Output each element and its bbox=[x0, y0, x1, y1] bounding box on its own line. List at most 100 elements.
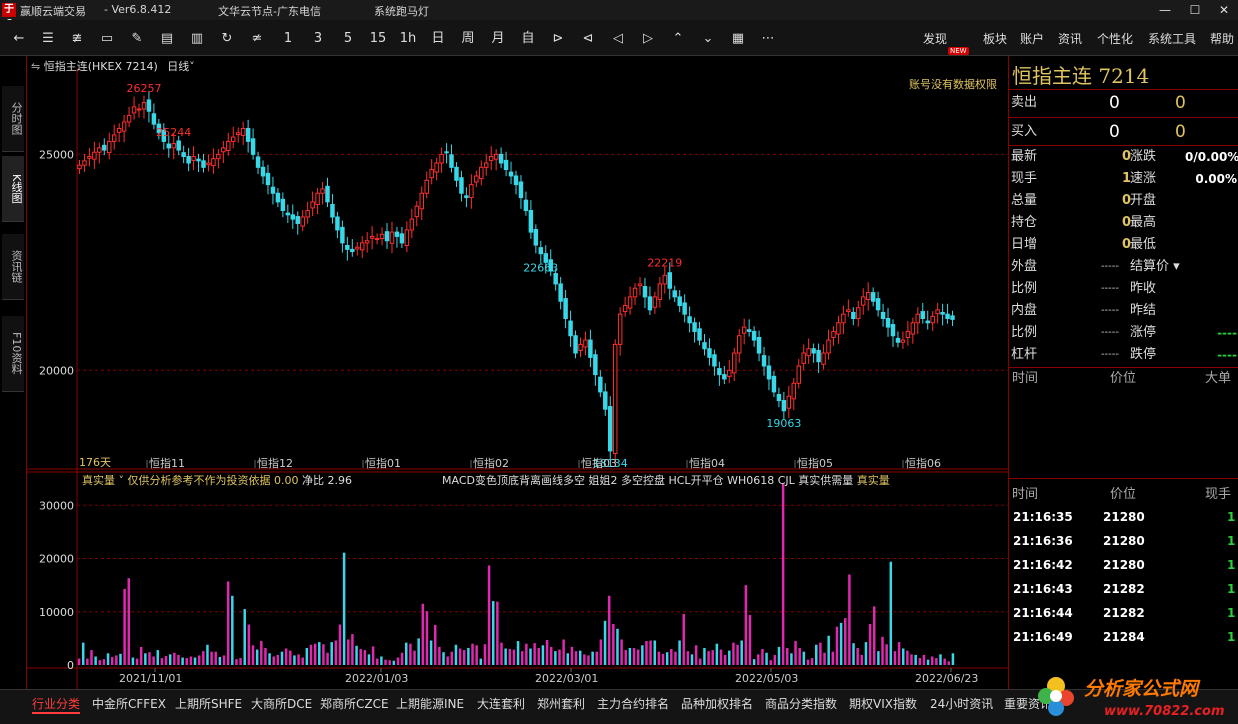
volume-bar bbox=[139, 646, 143, 665]
bottom-tab[interactable]: 上期所SHFE bbox=[175, 695, 242, 712]
move-right-icon[interactable]: ▷ bbox=[636, 28, 660, 50]
indicator-header[interactable]: 真实量 ˅ 仅供分析参考不作为投资依据 0.00 净比 2.96 bbox=[82, 473, 352, 487]
maximize-button[interactable]: ☐ bbox=[1182, 1, 1208, 19]
volume-bar bbox=[815, 644, 818, 665]
menu-sector[interactable]: 板块 bbox=[983, 30, 1007, 47]
trade-time: 21:16:42 bbox=[1013, 558, 1073, 572]
period-15[interactable]: 15 bbox=[366, 28, 390, 50]
candle bbox=[578, 343, 583, 351]
period-5[interactable]: 5 bbox=[336, 28, 360, 50]
volume-bar bbox=[284, 648, 288, 665]
bottom-tab[interactable]: 品种加权排名 bbox=[681, 695, 753, 712]
bottom-tab[interactable]: 行业分类 bbox=[32, 695, 81, 714]
quote-left-value: 0 bbox=[1121, 237, 1131, 252]
up-icon[interactable]: ⌃ bbox=[666, 28, 690, 50]
ask-volume: 0 bbox=[1175, 93, 1186, 113]
bottom-tab[interactable]: 郑商所CZCE bbox=[320, 695, 389, 712]
candle bbox=[736, 335, 742, 354]
bottom-tab[interactable]: 24小时资讯 bbox=[930, 695, 993, 712]
menu-account[interactable]: 账户 bbox=[1020, 30, 1044, 47]
dropdown-icon[interactable]: ▾ bbox=[1173, 259, 1180, 274]
close-button[interactable]: ✕ bbox=[1211, 1, 1237, 19]
menu-personalize[interactable]: 个性化 bbox=[1097, 30, 1133, 47]
bid-label: 买入 bbox=[1011, 124, 1038, 139]
bottom-tab[interactable]: 中金所CFFEX bbox=[92, 695, 166, 712]
timeshare-icon[interactable]: ≇ bbox=[65, 28, 89, 50]
period-1h[interactable]: 1h bbox=[396, 28, 420, 50]
volume-bar bbox=[106, 653, 110, 665]
more-icon[interactable]: ⋯ bbox=[756, 28, 780, 50]
tab-timeshare[interactable]: 分时图 bbox=[2, 86, 24, 152]
volume-bar bbox=[603, 620, 607, 665]
candle bbox=[146, 99, 152, 112]
menu-news[interactable]: 资讯 bbox=[1058, 30, 1082, 47]
candle bbox=[374, 238, 380, 241]
volume-bar bbox=[421, 603, 425, 665]
kline-icon[interactable]: ▭ bbox=[95, 28, 119, 50]
draw-icon[interactable]: ✎ bbox=[125, 28, 149, 50]
volume-bar bbox=[131, 657, 135, 665]
quote-left-value: 1 bbox=[1121, 171, 1131, 186]
bottom-tab[interactable]: 郑州套利 bbox=[537, 695, 585, 712]
menu-tools[interactable]: 系统工具 bbox=[1148, 30, 1196, 47]
layout-icon[interactable]: ▦ bbox=[726, 28, 750, 50]
bottom-tab[interactable]: 大商所DCE bbox=[251, 695, 312, 712]
back-icon[interactable]: ← bbox=[7, 28, 31, 50]
report-icon[interactable]: ▤ bbox=[155, 28, 179, 50]
marquee-label[interactable]: 系统跑马灯 bbox=[374, 3, 429, 19]
zoom-out-icon[interactable]: ⊳ bbox=[546, 28, 570, 50]
period-day[interactable]: 日 bbox=[426, 28, 450, 50]
tab-kline[interactable]: K线图 bbox=[2, 156, 24, 222]
zoom-in-icon[interactable]: ⊲ bbox=[576, 28, 600, 50]
trade-time: 21:16:35 bbox=[1013, 510, 1073, 524]
self-define-icon[interactable]: 自 bbox=[516, 28, 540, 50]
server-node[interactable]: 文华云节点-广东电信 bbox=[218, 3, 321, 19]
tab-f10[interactable]: F10资料 bbox=[2, 316, 24, 392]
refresh-icon[interactable]: ↻ bbox=[215, 28, 239, 50]
volume-bar bbox=[309, 644, 313, 665]
volume-bar bbox=[181, 657, 184, 665]
trade-price: 21282 bbox=[1103, 606, 1145, 620]
period-3[interactable]: 3 bbox=[306, 28, 330, 50]
days-label: 176天 bbox=[79, 456, 111, 469]
down-icon[interactable]: ⌄ bbox=[696, 28, 720, 50]
candle bbox=[166, 143, 172, 149]
move-left-icon[interactable]: ◁ bbox=[606, 28, 630, 50]
list-icon[interactable]: ☰ bbox=[36, 28, 60, 50]
candle bbox=[821, 352, 826, 365]
bottom-tab[interactable]: 主力合约排名 bbox=[597, 695, 669, 712]
indicator-icon[interactable]: ≄ bbox=[245, 28, 269, 50]
minimize-button[interactable]: — bbox=[1152, 1, 1178, 19]
bottom-tab[interactable]: 大连套利 bbox=[477, 695, 525, 712]
candle bbox=[761, 355, 767, 367]
volume-bar bbox=[231, 595, 234, 665]
period-1[interactable]: 1 bbox=[276, 28, 300, 50]
trade-qty: 1 bbox=[1227, 558, 1236, 572]
indicator-list[interactable]: MACD变色顶底背离画线多空 姐姐2 多空控盘 HCL开平仓 WH0618 CJ… bbox=[442, 473, 890, 487]
quote-title: 恒指主连 7214 bbox=[1012, 60, 1149, 89]
period-month[interactable]: 月 bbox=[486, 28, 510, 50]
kline-chart[interactable]: 25000 20000 30000 20000 10000 0 26257 25244 2266… bbox=[27, 56, 1009, 689]
candle bbox=[216, 153, 221, 160]
period-week[interactable]: 周 bbox=[456, 28, 480, 50]
bottom-tab[interactable]: 期权VIX指数 bbox=[849, 695, 917, 712]
quote-right-label[interactable]: 结算价 ▾ bbox=[1130, 256, 1180, 278]
menu-help[interactable]: 帮助 bbox=[1210, 30, 1234, 47]
volume-bar bbox=[819, 642, 822, 665]
candle bbox=[449, 154, 454, 168]
trades-col-qty: 现手 bbox=[1205, 487, 1232, 502]
candle bbox=[598, 376, 603, 393]
menu-discover[interactable]: 发现 bbox=[923, 30, 947, 47]
save-icon[interactable]: ▥ bbox=[185, 28, 209, 50]
tab-news-chain[interactable]: 资讯链 bbox=[2, 234, 24, 300]
quote-left-value: 0 bbox=[1121, 215, 1131, 230]
bottom-tab[interactable]: 商品分类指数 bbox=[765, 695, 837, 712]
new-badge: NEW bbox=[948, 47, 969, 55]
volume-bar bbox=[732, 642, 735, 665]
quote-left-value: 0 bbox=[1121, 149, 1131, 164]
volume-bar bbox=[674, 651, 677, 665]
candle bbox=[657, 283, 663, 300]
candle bbox=[394, 231, 400, 237]
bottom-tab[interactable]: 上期能源INE bbox=[396, 695, 464, 712]
volume-bar bbox=[264, 647, 267, 665]
